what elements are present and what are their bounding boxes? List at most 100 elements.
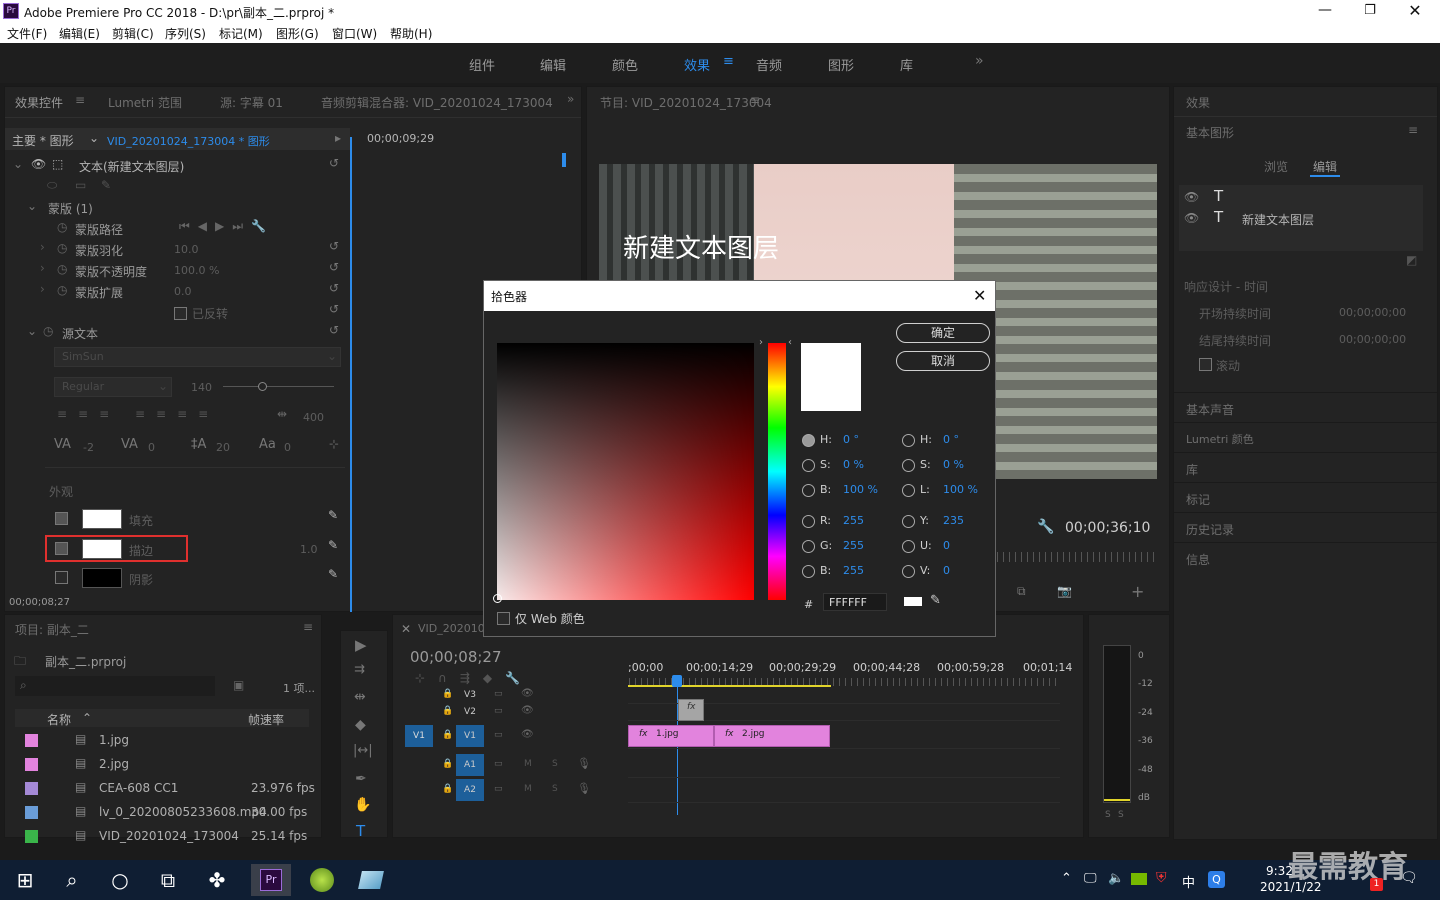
ellipse-mask-icon[interactable]: ⬭ (47, 178, 57, 193)
dialog-close-icon[interactable]: ✕ (973, 286, 986, 305)
program-monitor-tab[interactable]: 节目: VID_20201024_173004 (600, 94, 772, 111)
tab-edit[interactable]: 编辑 (1313, 158, 1337, 175)
menu-sequence[interactable]: 序列(S) (165, 25, 206, 42)
notebook-app-icon[interactable] (351, 864, 391, 896)
label-color-chip[interactable] (25, 734, 38, 747)
track-lane[interactable] (628, 754, 1060, 778)
menu-help[interactable]: 帮助(H) (390, 25, 432, 42)
visibility-eye-icon[interactable]: 👁 (1184, 190, 1199, 204)
outro-duration-value[interactable]: 00;00;00;00 (1339, 333, 1406, 346)
label-color-chip[interactable] (25, 806, 38, 819)
lock-track-icon[interactable]: 🔒 (442, 759, 453, 769)
tab-source[interactable]: 源: 字幕 01 (220, 94, 283, 111)
radio-left-5[interactable] (802, 565, 815, 578)
field-value-input[interactable]: 0 (943, 539, 950, 552)
solo-left-button[interactable]: S (1105, 810, 1111, 820)
clip-label[interactable]: VID_20201024_173004 * 图形 (107, 133, 270, 149)
tracking-va-value[interactable]: 0 (148, 441, 155, 454)
lumetri-color-section[interactable]: Lumetri 颜色 (1186, 431, 1254, 447)
stroke-checkbox[interactable] (55, 542, 68, 555)
radio-right-5[interactable] (902, 565, 915, 578)
leading-icon[interactable]: ‡A (191, 437, 206, 452)
clip-dropdown-icon[interactable]: ⌄ (89, 131, 99, 145)
sequence-tab[interactable]: VID_202010 (418, 622, 485, 635)
close-icon[interactable]: ✕ (401, 622, 411, 636)
add-button-icon[interactable]: + (1131, 582, 1144, 601)
pen-tool-icon[interactable]: ✒ (355, 771, 367, 787)
web-colors-checkbox[interactable] (497, 612, 510, 625)
menu-clip[interactable]: 剪辑(C) (112, 25, 154, 42)
kerning-icon[interactable]: VA (54, 437, 71, 452)
tab-browse[interactable]: 浏览 (1264, 158, 1288, 175)
shadow-color-swatch[interactable] (82, 568, 122, 588)
stopwatch-icon[interactable]: ◷ (43, 324, 53, 338)
lock-track-icon[interactable]: 🔒 (442, 689, 453, 699)
qq-icon[interactable]: Q (1208, 871, 1225, 888)
maximize-button[interactable]: ❐ (1350, 0, 1390, 23)
new-bin-icon[interactable]: ▣ (233, 678, 244, 692)
track-target[interactable]: V2 (456, 705, 484, 720)
sync-lock-icon[interactable]: ▭ (494, 689, 503, 699)
color-selection-cursor[interactable] (493, 594, 502, 603)
fill-color-swatch[interactable] (82, 509, 122, 529)
menu-graphics[interactable]: 图形(G) (276, 25, 319, 42)
radio-right-1[interactable] (902, 459, 915, 472)
libraries-section[interactable]: 库 (1186, 461, 1198, 478)
export-frame-icon[interactable]: 📷 (1057, 584, 1072, 598)
compare-view-icon[interactable]: ⧉ (1017, 584, 1026, 599)
shadow-checkbox[interactable] (55, 571, 68, 584)
workspace-menu-icon[interactable]: ≡ (723, 54, 734, 69)
hand-tool-icon[interactable]: ✋ (354, 797, 371, 813)
microphone-icon[interactable]: 🎙 (577, 782, 591, 795)
field-value-input[interactable]: 235 (943, 514, 964, 527)
radio-left-1[interactable] (802, 459, 815, 472)
pen-mask-icon[interactable]: ✎ (101, 178, 111, 192)
reset-icon[interactable]: ↺ (329, 156, 339, 170)
inverted-checkbox[interactable] (174, 307, 187, 320)
ripple-edit-tool-icon[interactable]: ⇹ (354, 689, 366, 705)
menu-file[interactable]: 文件(F) (7, 25, 47, 42)
melon-app-icon[interactable] (302, 864, 342, 896)
radio-right-2[interactable] (902, 484, 915, 497)
stopwatch-icon[interactable]: ◷ (57, 220, 67, 234)
slip-tool-icon[interactable]: |↔| (353, 743, 373, 758)
roll-checkbox[interactable] (1199, 358, 1212, 371)
razor-tool-icon[interactable]: ◆ (355, 717, 366, 733)
windows-start-icon[interactable]: ⊞ (5, 864, 45, 896)
field-value-input[interactable]: 100 % (843, 483, 878, 496)
close-window-button[interactable]: ✕ (1395, 0, 1435, 23)
reset-icon[interactable]: ↺ (329, 239, 339, 253)
kerning-value[interactable]: -2 (83, 441, 94, 454)
field-value-input[interactable]: 255 (843, 514, 864, 527)
rect-mask-icon[interactable]: ▭ (75, 178, 86, 192)
twirl-icon[interactable]: ⌄ (27, 199, 37, 213)
program-timecode[interactable]: 00;00;36;10 (1065, 520, 1150, 536)
panel-menu-icon[interactable]: ≡ (750, 93, 760, 107)
chevron-up-icon[interactable]: ⌃ (1061, 871, 1072, 886)
panel-menu-icon[interactable]: ≡ (303, 620, 313, 634)
radio-left-2[interactable] (802, 484, 815, 497)
security-shield-icon[interactable]: ⛨ (1156, 870, 1167, 886)
font-size-value[interactable]: 140 (191, 381, 212, 394)
sort-ascending-icon[interactable]: ⌃ (82, 711, 92, 725)
layer-name[interactable]: 新建文本图层 (1242, 211, 1314, 228)
sync-lock-icon[interactable]: ▭ (494, 784, 503, 794)
lock-track-icon[interactable]: 🔒 (442, 730, 453, 740)
twirl-icon[interactable]: ⌄ (27, 324, 37, 338)
tab-audio-mixer[interactable]: 音频剪辑混合器: VID_20201024_173004 (321, 94, 553, 111)
tsume-icon[interactable]: ⊹ (329, 437, 339, 451)
track-lane[interactable] (628, 779, 1060, 803)
workspace-effects[interactable]: 效果 (684, 55, 710, 74)
master-label[interactable]: 主要 * 图形 (12, 132, 74, 149)
track-select-tool-icon[interactable]: ⇉ (354, 662, 365, 677)
wrench-icon[interactable]: 🔧 (1037, 519, 1054, 535)
ec-playhead[interactable] (350, 137, 352, 612)
list-item[interactable]: ▤ VID_20201024_173004 25.14 fps (19, 825, 313, 848)
field-value-input[interactable]: 0 (943, 564, 950, 577)
tab-effect-controls[interactable]: 效果控件 (15, 94, 63, 111)
info-section[interactable]: 信息 (1186, 551, 1210, 568)
list-item[interactable]: ▤ lv_0_20200805233608.mp4 30.00 fps (19, 801, 313, 824)
essential-sound-section[interactable]: 基本声音 (1186, 401, 1234, 418)
new-layer-icon[interactable]: ◩ (1406, 253, 1417, 267)
toggle-output-eye-icon[interactable]: 👁 (521, 705, 534, 716)
